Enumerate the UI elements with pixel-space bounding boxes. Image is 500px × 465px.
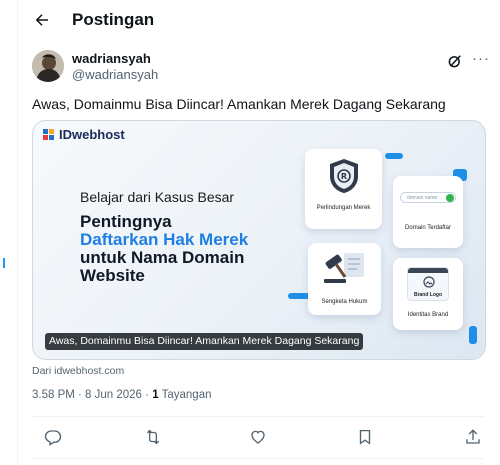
decor-bar: [469, 326, 477, 344]
check-icon: [446, 194, 454, 202]
domain-placeholder: domain name: [407, 195, 438, 201]
decor-bar: [288, 293, 310, 299]
image-icon: [423, 276, 435, 288]
post-detail-column: Postingan wadriansyah @wadriansyah ··· A…: [18, 0, 500, 465]
card-brand: IDwebhost: [43, 127, 125, 142]
left-rail: [0, 0, 18, 465]
more-options-icon[interactable]: ···: [472, 51, 492, 70]
tile-brand-identity: Brand Logo Identitas Brand: [393, 258, 463, 330]
tile-trademark-protection: R Perlindungan Merek: [305, 149, 382, 229]
grok-icon[interactable]: [446, 52, 464, 70]
action-bar: [32, 426, 484, 448]
author-name[interactable]: wadriansyah: [72, 51, 151, 66]
page-title: Postingan: [72, 10, 155, 29]
tile-label: Sengketa Hukum: [321, 299, 368, 305]
gavel-icon: [324, 253, 364, 283]
card-brand-name: IDwebhost: [59, 127, 125, 142]
idwebhost-logo-icon: [43, 128, 55, 141]
link-card-image[interactable]: IDwebhost Belajar dari Kasus Besar Penti…: [32, 120, 486, 360]
headline-line-3: untuk Nama Domain: [80, 248, 245, 267]
like-icon[interactable]: [247, 426, 269, 448]
avatar[interactable]: [32, 50, 64, 82]
rail-indicator: [3, 258, 5, 268]
post-meta: 3.58 PM · 8 Jun 2026 · 1 Tayangan: [32, 389, 211, 401]
post-timestamp[interactable]: 3.58 PM · 8 Jun 2026: [32, 389, 142, 401]
card-eyebrow: Belajar dari Kasus Besar: [80, 189, 235, 205]
divider: [32, 458, 484, 459]
view-label: Tayangan: [161, 389, 212, 401]
card-caption: Awas, Domainmu Bisa Diincar! Amankan Mer…: [45, 333, 364, 350]
divider: [32, 416, 484, 417]
tile-label: Domain Terdaftar: [405, 225, 451, 231]
reply-icon[interactable]: [42, 426, 64, 448]
domain-search-field: domain name: [400, 192, 456, 203]
back-arrow-icon[interactable]: [30, 8, 54, 32]
view-count: 1: [152, 389, 159, 401]
card-headline: Pentingnya Daftarkan Hak Merek untuk Nam…: [80, 213, 280, 285]
tile-label: Identitas Brand: [407, 312, 449, 318]
author-row: wadriansyah @wadriansyah ···: [32, 48, 500, 86]
headline-line-2: Daftarkan Hak Merek: [80, 230, 249, 249]
headline-line-1: Pentingnya: [80, 212, 172, 231]
tile-registered-domain: domain name Domain Terdaftar: [393, 176, 463, 248]
card-source[interactable]: Dari idwebhost.com: [32, 365, 124, 377]
headline-line-4: Website: [80, 266, 145, 285]
shield-icon: R: [330, 159, 358, 193]
tile-label: Perlindungan Merek: [316, 205, 371, 211]
brand-logo-card: Brand Logo: [407, 267, 449, 301]
svg-text:R: R: [341, 172, 347, 181]
brand-logo-label: Brand Logo: [413, 292, 443, 298]
tile-legal-dispute: Sengketa Hukum: [308, 243, 381, 315]
decor-bar: [385, 153, 403, 159]
page-header: Postingan: [18, 0, 500, 40]
repost-icon[interactable]: [142, 426, 164, 448]
bookmark-icon[interactable]: [354, 426, 376, 448]
author-handle[interactable]: @wadriansyah: [72, 67, 158, 82]
share-icon[interactable]: [462, 426, 484, 448]
post-text: Awas, Domainmu Bisa Diincar! Amankan Mer…: [32, 96, 446, 112]
